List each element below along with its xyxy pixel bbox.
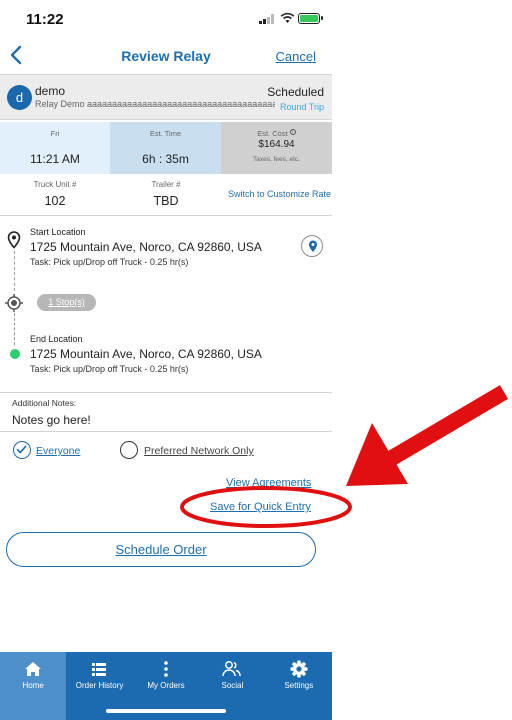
tab-home-label: Home: [22, 681, 44, 690]
est-cost-label-text: Est. Cost: [257, 129, 288, 138]
map-pin-icon: [309, 240, 317, 252]
tab-social-label: Social: [221, 681, 244, 690]
tab-my-orders-label: My Orders: [147, 681, 185, 690]
date-label: Fri: [50, 129, 60, 138]
date-box: Fri 11:21 AM: [0, 122, 110, 174]
trailer-value: TBD: [153, 194, 179, 208]
wifi-icon: [280, 12, 295, 23]
people-icon: [222, 661, 241, 677]
notes-section[interactable]: Additional Notes: Notes go here!: [0, 392, 332, 432]
tab-home[interactable]: Home: [0, 652, 67, 720]
battery-icon: [298, 13, 323, 24]
gear-icon: [290, 660, 308, 678]
everyone-radio[interactable]: [13, 441, 31, 459]
avatar: d: [7, 85, 32, 110]
est-cost-label: Est. Cost i: [221, 129, 332, 138]
save-quick-entry-link[interactable]: Save for Quick Entry: [210, 501, 311, 513]
notes-value: Notes go here!: [12, 413, 91, 427]
end-task: Task: Pick up/Drop off Truck - 0.25 hr(s…: [30, 364, 189, 374]
start-address: 1725 Mountain Ave, Norco, CA 92860, USA: [30, 240, 262, 254]
truck-row: Truck Unit # 102 Trailer # TBD Switch to…: [0, 174, 332, 216]
info-icon[interactable]: i: [289, 129, 296, 135]
checkmark-icon: [16, 445, 27, 454]
cancel-button[interactable]: Cancel: [276, 49, 316, 64]
start-task: Task: Pick up/Drop off Truck - 0.25 hr(s…: [30, 257, 189, 267]
est-time-value: 6h : 35m: [142, 152, 189, 166]
truck-unit-label: Truck Unit #: [33, 180, 77, 189]
tab-settings[interactable]: Settings: [266, 652, 332, 720]
est-cost-box[interactable]: Est. Cost i $164.94 Taxes, fees, etc.: [221, 122, 332, 174]
everyone-label[interactable]: Everyone: [36, 445, 80, 457]
list-icon: [92, 663, 107, 676]
est-time-label: Est. Time: [149, 129, 182, 138]
est-cost-value: $164.94: [258, 139, 295, 150]
home-indicator: [106, 709, 226, 713]
phone-screen: 11:22 Review Relay Cancel d demo Relay D…: [0, 0, 332, 720]
stops-button[interactable]: 1 Stop(s): [37, 294, 96, 311]
truck-unit-value: 102: [44, 194, 66, 208]
customer-subtitle: Relay Demo aaaaaaaaaaaaaaaaaaaaaaaaaaaaa…: [35, 99, 275, 109]
start-location-label: Start Location: [30, 227, 86, 237]
annotation-arrow-icon: [346, 385, 509, 486]
trip-type-label: Round Trip: [279, 102, 324, 112]
map-button[interactable]: [301, 235, 323, 257]
end-address: 1725 Mountain Ave, Norco, CA 92860, USA: [30, 347, 262, 361]
end-location-dot-icon: [10, 349, 20, 359]
route-line: [14, 251, 15, 291]
truck-unit: Truck Unit # 102: [22, 180, 88, 208]
end-location-label: End Location: [30, 334, 83, 344]
stop-crosshair-icon: [5, 294, 23, 312]
customer-row: d demo Relay Demo aaaaaaaaaaaaaaaaaaaaaa…: [0, 74, 332, 120]
nav-bar: Review Relay Cancel: [0, 38, 332, 74]
more-vertical-icon: [163, 661, 168, 677]
home-icon: [25, 662, 41, 676]
preferred-network-radio[interactable]: [120, 441, 138, 459]
preferred-network-label[interactable]: Preferred Network Only: [144, 445, 254, 457]
status-badge: Scheduled: [267, 85, 324, 99]
view-agreements-link[interactable]: View Agreements: [226, 477, 311, 489]
trailer-label: Trailer #: [151, 180, 181, 189]
cellular-signal-icon: [259, 14, 274, 24]
schedule-order-button[interactable]: Schedule Order: [6, 532, 316, 567]
switch-customize-rate-link[interactable]: Switch to Customize Rate: [228, 189, 331, 199]
est-cost-note: Taxes, fees, etc.: [253, 156, 300, 163]
trailer: Trailer # TBD: [134, 180, 198, 208]
customer-name: demo: [35, 84, 66, 98]
notes-label: Additional Notes:: [12, 398, 77, 408]
est-time-box: Est. Time 6h : 35m: [110, 122, 221, 174]
route-line-lower: [14, 313, 15, 345]
tab-order-history-label: Order History: [75, 681, 124, 690]
status-bar: 11:22: [0, 0, 332, 36]
date-value: 11:21 AM: [30, 152, 80, 166]
location-pin-icon: [7, 231, 21, 249]
status-time: 11:22: [26, 11, 64, 28]
tab-settings-label: Settings: [284, 681, 314, 690]
